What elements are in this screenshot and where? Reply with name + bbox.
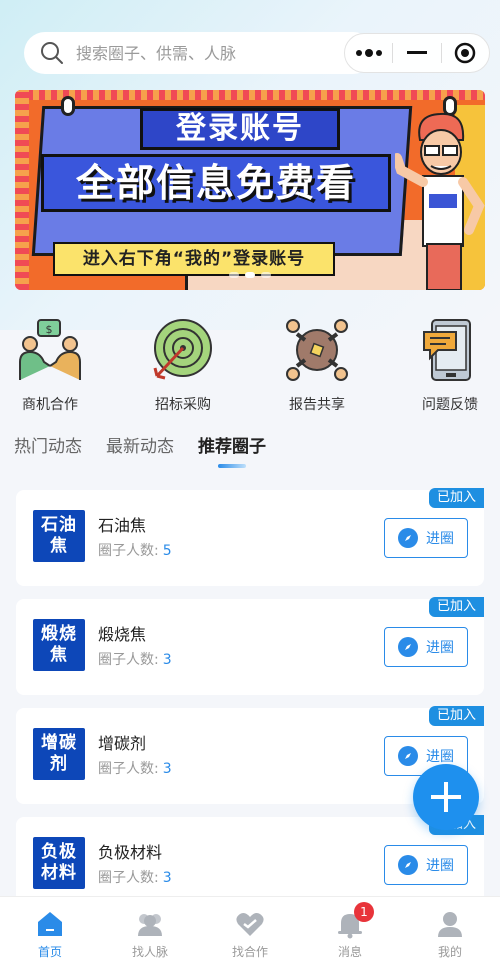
circle-card[interactable]: 已加入 石油焦 石油焦 圈子人数: 5 进圈 xyxy=(16,488,484,586)
quick-item-business[interactable]: $ 商机合作 xyxy=(0,318,100,414)
svg-text:$: $ xyxy=(46,323,53,336)
tab-label: 找合作 xyxy=(231,945,268,959)
search-bar[interactable] xyxy=(24,32,374,74)
tab-messages[interactable]: 1 消息 xyxy=(300,897,400,968)
circle-members: 圈子人数: 3 xyxy=(98,758,172,778)
tab-mine[interactable]: 我的 xyxy=(400,897,500,968)
cooperation-icon xyxy=(236,913,264,936)
circle-logo-text: 增碳剂 xyxy=(41,733,77,774)
carousel-dot[interactable] xyxy=(261,272,271,278)
circle-logo: 增碳剂 xyxy=(33,728,85,780)
circle-name: 石油焦 xyxy=(98,516,147,535)
circle-card[interactable]: 已加入 负极材料 负极材料 圈子人数:3 进圈 xyxy=(16,815,484,896)
handshake-icon: $ xyxy=(19,319,81,380)
add-post-button[interactable] xyxy=(413,764,479,830)
quick-item-feedback[interactable]: 问题反馈 xyxy=(400,318,500,414)
circle-logo-text: 煅烧焦 xyxy=(41,624,77,665)
close-miniprogram-button[interactable] xyxy=(442,34,489,72)
circle-name: 煅烧焦 xyxy=(98,625,147,644)
circle-card[interactable]: 已加入 煅烧焦 煅烧焦 圈子人数: 3 进圈 xyxy=(16,597,484,695)
circle-members: 圈子人数: 3 xyxy=(98,649,172,669)
cartoon-man-illustration xyxy=(395,112,485,290)
members-label: 圈子人数: xyxy=(98,543,159,559)
carousel-dot[interactable] xyxy=(229,272,239,278)
tab-hot[interactable]: 热门动态 xyxy=(14,432,82,472)
share-people-icon xyxy=(286,319,348,381)
members-count: 3 xyxy=(162,870,172,886)
quick-item-tender[interactable]: 招标采购 xyxy=(133,318,233,414)
more-button[interactable] xyxy=(345,34,392,72)
enter-circle-button[interactable]: 进圈 xyxy=(384,627,468,667)
compass-icon xyxy=(398,746,418,766)
members-label: 圈子人数: xyxy=(98,870,159,886)
plus-icon xyxy=(431,782,461,812)
banner-subtitle: 进入右下角“我的”登录账号 xyxy=(53,242,335,276)
feedback-phone-icon xyxy=(423,319,471,381)
compass-icon xyxy=(398,528,418,548)
tab-find-contacts[interactable]: 找人脉 xyxy=(100,897,200,968)
compass-icon xyxy=(398,637,418,657)
joined-badge: 已加入 xyxy=(428,488,484,508)
more-dots-icon xyxy=(355,49,382,57)
circle-logo-text: 负极材料 xyxy=(41,842,77,883)
members-label: 圈子人数: xyxy=(98,652,159,668)
tab-label: 消息 xyxy=(337,945,362,959)
banner-stripe xyxy=(15,90,485,100)
banner-headline: 全部信息免费看 xyxy=(41,154,391,212)
members-label: 圈子人数: xyxy=(98,761,159,777)
banner-stripe xyxy=(15,90,29,290)
circle-name: 增碳剂 xyxy=(98,734,147,753)
enter-circle-label: 进圈 xyxy=(426,531,454,547)
members-count: 3 xyxy=(162,761,172,777)
circle-name: 负极材料 xyxy=(98,843,163,862)
enter-circle-label: 进圈 xyxy=(426,858,454,874)
joined-badge: 已加入 xyxy=(428,706,484,726)
quick-item-report[interactable]: 报告共享 xyxy=(267,318,367,414)
active-tab-indicator xyxy=(218,464,246,468)
target-icon xyxy=(153,319,212,380)
target-close-icon xyxy=(455,42,476,64)
promo-banner[interactable]: 登录账号 全部信息免费看 进入右下角“我的”登录账号 xyxy=(15,90,485,290)
people-icon xyxy=(138,914,162,936)
circle-logo-text: 石油焦 xyxy=(41,515,77,556)
circle-logo: 煅烧焦 xyxy=(33,619,85,671)
quick-menu: $ 商机合作 招标采购 报告共享 问题反馈 xyxy=(0,318,500,413)
minimize-icon xyxy=(406,51,427,54)
circle-members: 圈子人数: 5 xyxy=(98,540,172,560)
members-count: 3 xyxy=(162,652,172,668)
minimize-button[interactable] xyxy=(393,34,440,72)
tab-label: 找人脉 xyxy=(131,945,168,959)
compass-icon xyxy=(398,855,418,875)
joined-badge: 已加入 xyxy=(428,597,484,617)
circle-logo: 负极材料 xyxy=(33,837,85,889)
enter-circle-button[interactable]: 进圈 xyxy=(384,845,468,885)
carousel-dot-active[interactable] xyxy=(245,272,255,278)
tab-home[interactable]: 首页 xyxy=(0,897,100,968)
enter-circle-button[interactable]: 进圈 xyxy=(384,518,468,558)
home-icon xyxy=(38,912,62,936)
circle-members: 圈子人数: 3 xyxy=(98,867,172,887)
search-icon xyxy=(41,42,63,64)
tab-label: 首页 xyxy=(37,945,62,959)
quick-item-label: 招标采购 xyxy=(155,397,211,413)
enter-circle-label: 进圈 xyxy=(426,749,454,765)
quick-item-label: 问题反馈 xyxy=(422,397,478,413)
feed-tabs: 热门动态 最新动态 推荐圈子 xyxy=(14,432,290,472)
quick-item-label: 报告共享 xyxy=(289,397,345,413)
banner-title: 登录账号 xyxy=(140,108,340,150)
quick-item-label: 商机合作 xyxy=(22,397,78,413)
banner-hook-icon xyxy=(61,96,75,116)
bottom-tab-bar: 首页 找人脉 找合作 1 消息 我的 xyxy=(0,896,500,968)
message-count-badge: 1 xyxy=(354,902,374,922)
user-icon xyxy=(438,912,462,937)
members-count: 5 xyxy=(162,543,172,559)
search-input[interactable] xyxy=(76,43,326,63)
miniprogram-capsule xyxy=(344,33,490,73)
tab-label: 我的 xyxy=(437,945,462,959)
tab-latest[interactable]: 最新动态 xyxy=(106,432,174,472)
circle-logo: 石油焦 xyxy=(33,510,85,562)
tab-find-cooperation[interactable]: 找合作 xyxy=(200,897,300,968)
enter-circle-label: 进圈 xyxy=(426,640,454,656)
